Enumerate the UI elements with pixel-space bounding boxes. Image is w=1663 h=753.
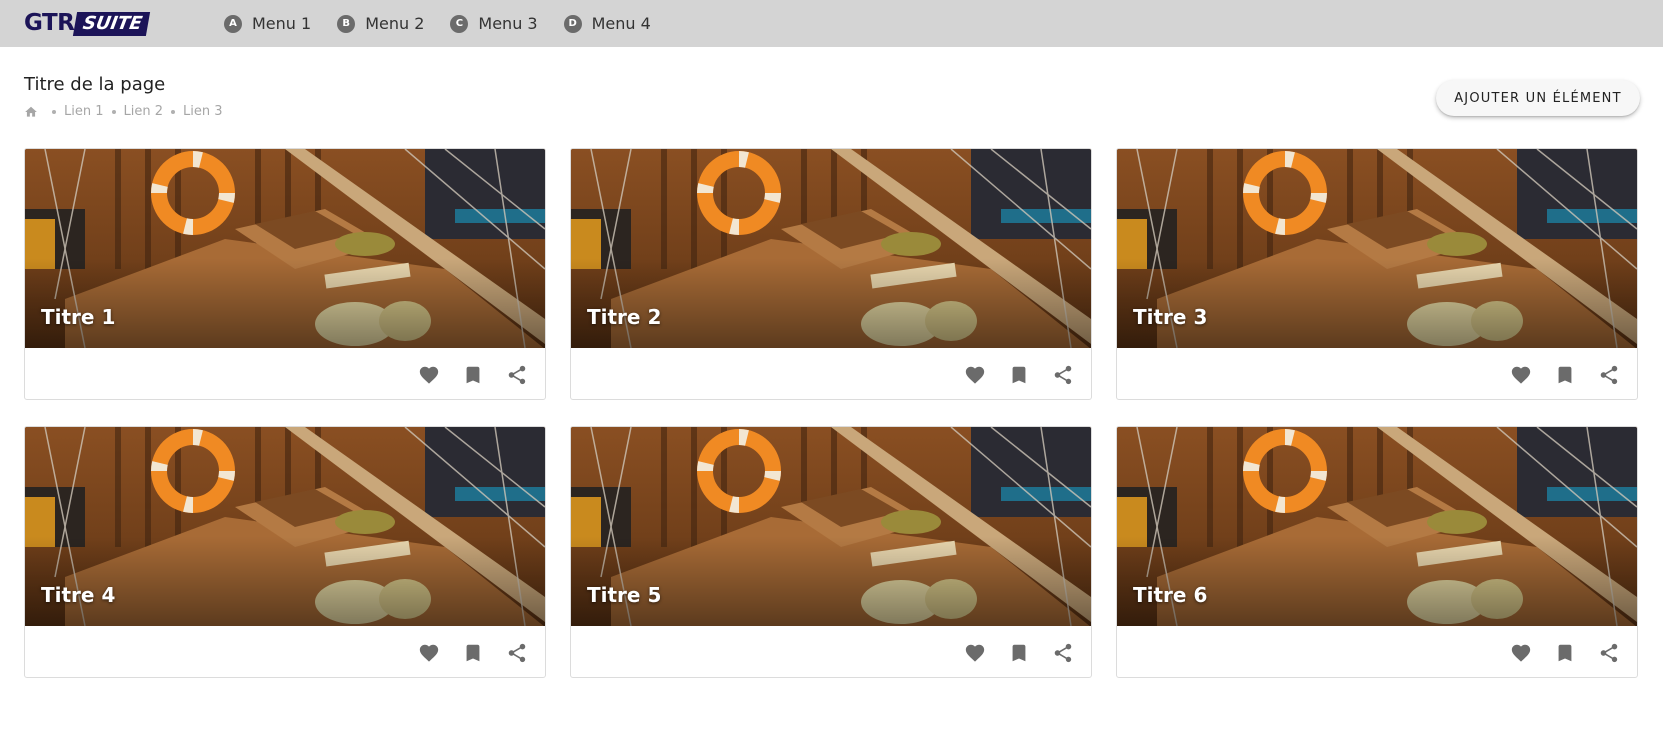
card: Titre 1: [24, 148, 546, 400]
heart-button[interactable]: [953, 359, 997, 391]
heart-icon: [1511, 366, 1531, 384]
heart-icon: [419, 644, 439, 662]
menu-badge-icon: C: [450, 14, 469, 33]
card: Titre 5: [570, 426, 1092, 678]
heart-icon: [419, 366, 439, 384]
share-button[interactable]: [1587, 359, 1631, 391]
share-button[interactable]: [1041, 359, 1085, 391]
card-actions: [953, 637, 1085, 669]
card-actions: [1499, 359, 1631, 391]
card: Titre 4: [24, 426, 546, 678]
heart-button[interactable]: [407, 637, 451, 669]
bookmark-icon: [466, 366, 480, 384]
heart-icon: [1511, 644, 1531, 662]
heart-button[interactable]: [1499, 637, 1543, 669]
heart-button[interactable]: [1499, 359, 1543, 391]
card-actions: [407, 359, 539, 391]
breadcrumb: Lien 1 Lien 2 Lien 3: [24, 104, 223, 119]
share-icon: [1600, 365, 1618, 385]
breadcrumb-link-2[interactable]: Lien 2: [124, 104, 164, 119]
bookmark-icon: [1558, 644, 1572, 662]
bookmark-icon: [466, 644, 480, 662]
breadcrumb-link-1[interactable]: Lien 1: [64, 104, 104, 119]
breadcrumb-separator: [171, 109, 175, 114]
bookmark-button[interactable]: [451, 359, 495, 391]
share-icon: [508, 365, 526, 385]
gtr-suite-logo[interactable]: GTR SUITE: [24, 10, 151, 36]
home-icon[interactable]: [24, 105, 38, 119]
bookmark-icon: [1012, 644, 1026, 662]
card: Titre 6: [1116, 426, 1638, 678]
menu-badge-icon: D: [563, 14, 582, 33]
share-icon: [508, 643, 526, 663]
menu-item-2[interactable]: B Menu 2: [337, 14, 424, 33]
card-title: Titre 6: [1133, 583, 1208, 607]
card-actions: [953, 359, 1085, 391]
card-title: Titre 3: [1133, 305, 1208, 329]
card: Titre 2: [570, 148, 1092, 400]
bookmark-button[interactable]: [451, 637, 495, 669]
share-button[interactable]: [1587, 637, 1631, 669]
card: Titre 3: [1116, 148, 1638, 400]
add-element-button[interactable]: AJOUTER UN ÉLÉMENT: [1436, 80, 1640, 116]
heart-icon: [965, 366, 985, 384]
menu-item-label: Menu 3: [478, 14, 538, 33]
share-button[interactable]: [495, 359, 539, 391]
menu-item-4[interactable]: D Menu 4: [563, 14, 651, 33]
breadcrumb-link-3[interactable]: Lien 3: [183, 104, 223, 119]
heart-icon: [965, 644, 985, 662]
card-title: Titre 4: [41, 583, 116, 607]
logo-text-suite: SUITE: [73, 11, 151, 36]
card-actions: [1499, 637, 1631, 669]
bookmark-icon: [1558, 366, 1572, 384]
card-title: Titre 1: [41, 305, 116, 329]
bookmark-icon: [1012, 366, 1026, 384]
logo-text-gtr: GTR: [24, 10, 75, 36]
share-icon: [1054, 365, 1072, 385]
card-title: Titre 2: [587, 305, 662, 329]
card-title: Titre 5: [587, 583, 662, 607]
bookmark-button[interactable]: [1543, 359, 1587, 391]
top-navigation-bar: GTR SUITE A Menu 1 B Menu 2 C Menu 3 D M…: [0, 0, 1663, 47]
menu-badge-icon: B: [337, 14, 356, 33]
heart-button[interactable]: [953, 637, 997, 669]
menu-badge-icon: A: [224, 14, 242, 33]
main-menu: A Menu 1 B Menu 2 C Menu 3 D Menu 4: [224, 0, 677, 47]
menu-item-1[interactable]: A Menu 1: [224, 14, 311, 33]
share-icon: [1054, 643, 1072, 663]
breadcrumb-separator: [52, 109, 56, 114]
share-icon: [1600, 643, 1618, 663]
card-actions: [407, 637, 539, 669]
page-title: Titre de la page: [24, 74, 166, 95]
bookmark-button[interactable]: [997, 359, 1041, 391]
menu-item-3[interactable]: C Menu 3: [450, 14, 538, 33]
menu-item-label: Menu 1: [252, 14, 312, 33]
share-button[interactable]: [495, 637, 539, 669]
menu-item-label: Menu 2: [365, 14, 425, 33]
bookmark-button[interactable]: [997, 637, 1041, 669]
bookmark-button[interactable]: [1543, 637, 1587, 669]
heart-button[interactable]: [407, 359, 451, 391]
menu-item-label: Menu 4: [591, 14, 651, 33]
breadcrumb-separator: [111, 109, 116, 114]
share-button[interactable]: [1041, 637, 1085, 669]
